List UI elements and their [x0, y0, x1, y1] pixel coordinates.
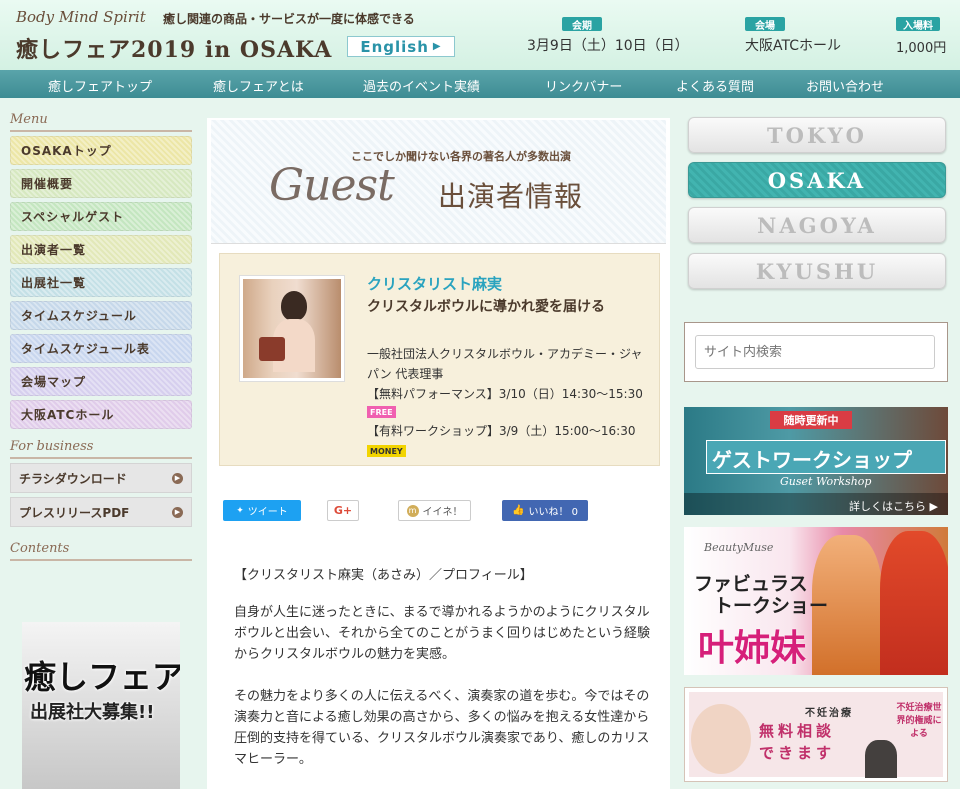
main-nav: 癒しフェアトップ 癒しフェアとは 過去のイベント実績 リンクバナー よくある質問…: [0, 70, 960, 98]
menu-item-osaka-top[interactable]: OSAKAトップ: [10, 136, 192, 165]
performer-photo: [239, 275, 345, 382]
site-search-box: [684, 322, 948, 382]
english-button[interactable]: English ▶: [347, 36, 455, 57]
site-tagline-jp: 癒し関連の商品・サービスが一度に体感できる: [163, 12, 415, 26]
performer-org: 一般社団法人クリスタルボウル・アカデミー・ジャパン 代表理事: [367, 347, 643, 381]
city-nagoya-button[interactable]: NAGOYA: [688, 207, 946, 243]
menu-item-venue-map[interactable]: 会場マップ: [10, 367, 192, 396]
beauty-muse-label: BeautyMuse: [704, 541, 774, 554]
menu-item-exhibitors[interactable]: 出展社一覧: [10, 268, 192, 297]
workshop-banner-title: ゲストワークショップ: [712, 448, 912, 472]
menu-list: OSAKAトップ 開催概要 スペシャルゲスト 出演者一覧 出展社一覧 タイムスケ…: [10, 136, 192, 429]
business-heading: For business: [10, 439, 192, 459]
workshop-schedule: 【有料ワークショップ】3/9（土）15:00～16:30: [367, 424, 636, 438]
fertility-line-1: 無料相談: [759, 722, 836, 740]
mixi-icon: m: [406, 504, 419, 517]
twitter-bird-icon: ✦: [236, 505, 244, 516]
guest-workshop-banner[interactable]: 随時更新中 ゲストワークショップ Guset Workshop 詳しくはこちら …: [684, 407, 948, 515]
flyer-download-label: チラシダウンロード: [19, 471, 127, 486]
nav-top[interactable]: 癒しフェアトップ: [48, 76, 152, 95]
guest-script-title: Guest: [269, 160, 395, 211]
fertility-banner-inner: 不妊治療 無料相談 できます 不妊治療世界的権威による: [689, 692, 943, 778]
talk-show-line-2: トークショー: [714, 595, 829, 617]
site-title[interactable]: 癒しフェア2019 in OSAKA: [16, 32, 332, 64]
menu-item-overview[interactable]: 開催概要: [10, 169, 192, 198]
english-label: English: [360, 37, 429, 56]
main-content: ここでしか聞けない各界の著名人が多数出演 Guest 出演者情報 クリスタリスト…: [207, 118, 670, 789]
nav-link-banner[interactable]: リンクバナー: [545, 76, 622, 95]
performer-title: クリスタルボウルに導かれ愛を届ける: [367, 299, 605, 315]
talk-show-banner[interactable]: BeautyMuse ファビュラス トークショー 叶姉妹: [684, 527, 948, 675]
period-value: 3月9日（土）10日（日）: [527, 38, 689, 54]
press-release-link[interactable]: プレスリリースPDF ▶: [10, 497, 192, 527]
talk-show-guest-name: 叶姉妹: [698, 628, 807, 669]
fertility-top-label: 不妊治療: [805, 708, 853, 719]
menu-item-atc-hall[interactable]: 大阪ATCホール: [10, 400, 192, 429]
nav-faq[interactable]: よくある質問: [676, 76, 754, 95]
menu-item-performers[interactable]: 出演者一覧: [10, 235, 192, 264]
facebook-like-label: いいね！ 0: [528, 507, 578, 518]
chevron-right-icon: ▶: [172, 506, 183, 518]
update-badge: 随時更新中: [770, 411, 852, 429]
performer-name: クリスタリスト麻実: [367, 275, 503, 293]
menu-heading: Menu: [10, 112, 192, 132]
city-tokyo-button[interactable]: TOKYO: [688, 117, 946, 153]
mixi-like-button[interactable]: m イイネ！: [398, 500, 471, 521]
free-badge: FREE: [367, 406, 396, 418]
menu-item-special-guest[interactable]: スペシャルゲスト: [10, 202, 192, 231]
mixi-label: イイネ！: [422, 507, 463, 518]
period-badge: 会期: [562, 17, 602, 32]
left-sidebar: Menu OSAKAトップ 開催概要 スペシャルゲスト 出演者一覧 出展社一覧 …: [10, 112, 192, 565]
money-badge: MONEY: [367, 445, 406, 457]
arrow-right-icon: ▶: [432, 41, 442, 52]
guest-photo-2: [880, 531, 948, 675]
site-tagline: Body Mind Spirit: [16, 8, 146, 26]
thumbs-up-icon: 👍: [512, 505, 525, 516]
facebook-like-button[interactable]: 👍 いいね！ 0: [502, 500, 588, 521]
guest-heading: 出演者情報: [438, 180, 584, 213]
workshop-banner-sub: Guset Workshop: [780, 475, 872, 488]
site-header: Body Mind Spirit 癒し関連の商品・サービスが一度に体感できる 癒…: [0, 0, 960, 70]
google-plus-button[interactable]: G+: [327, 500, 359, 521]
press-release-label: プレスリリースPDF: [19, 505, 130, 520]
tweet-button[interactable]: ✦ ツイート: [223, 500, 301, 521]
venue-badge: 会場: [745, 17, 785, 32]
chevron-right-icon: ▶: [172, 472, 183, 484]
fee-value: 1,000円: [896, 41, 947, 56]
profile-heading: 【クリスタリスト麻実（あさみ）／プロフィール】: [234, 568, 533, 583]
menu-item-schedule-table[interactable]: タイムスケジュール表: [10, 334, 192, 363]
tweet-label: ツイート: [247, 507, 288, 518]
exhibitor-recruit-banner[interactable]: 癒しフェア 出展社大募集!!: [22, 622, 180, 789]
contents-banner-title: 癒しフェア: [24, 658, 180, 696]
nav-contact[interactable]: お問い合わせ: [806, 76, 884, 95]
contents-heading: Contents: [10, 541, 192, 561]
fertility-side-text: 不妊治療世界的権威による: [896, 703, 942, 739]
fertility-consult-banner[interactable]: 不妊治療 無料相談 できます 不妊治療世界的権威による: [684, 687, 948, 782]
performance-schedule: 【無料パフォーマンス】3/10（日）14:30～15:30: [367, 387, 643, 401]
fertility-line-2: できます: [759, 744, 836, 762]
venue-value: 大阪ATCホール: [745, 38, 841, 54]
site-search-input[interactable]: [695, 335, 935, 369]
performer-card: クリスタリスト麻実 クリスタルボウルに導かれ愛を届ける 一般社団法人クリスタルボ…: [219, 253, 660, 466]
contents-banner-sub: 出展社大募集!!: [30, 702, 155, 723]
nav-past-events[interactable]: 過去のイベント実績: [363, 76, 480, 95]
guest-banner: ここでしか聞けない各界の著名人が多数出演 Guest 出演者情報: [211, 120, 666, 244]
profile-paragraph-2: その魅力をより多くの人に伝えるべく、演奏家の道を歩む。今ではその演奏力と音による…: [234, 689, 650, 767]
doctor-photo: [865, 740, 897, 778]
city-kyushu-button[interactable]: KYUSHU: [688, 253, 946, 289]
city-osaka-button[interactable]: OSAKA: [688, 162, 946, 198]
nav-about[interactable]: 癒しフェアとは: [213, 76, 304, 95]
workshop-more-link[interactable]: 詳しくはこちら ▶: [684, 493, 948, 515]
fee-badge: 入場料: [896, 17, 940, 32]
baby-photo: [691, 704, 751, 774]
menu-item-schedule[interactable]: タイムスケジュール: [10, 301, 192, 330]
flyer-download-link[interactable]: チラシダウンロード ▶: [10, 463, 192, 493]
profile-paragraph-1: 自身が人生に迷ったときに、まるで導かれるようかのようにクリスタルボウルと出会い、…: [234, 605, 651, 662]
